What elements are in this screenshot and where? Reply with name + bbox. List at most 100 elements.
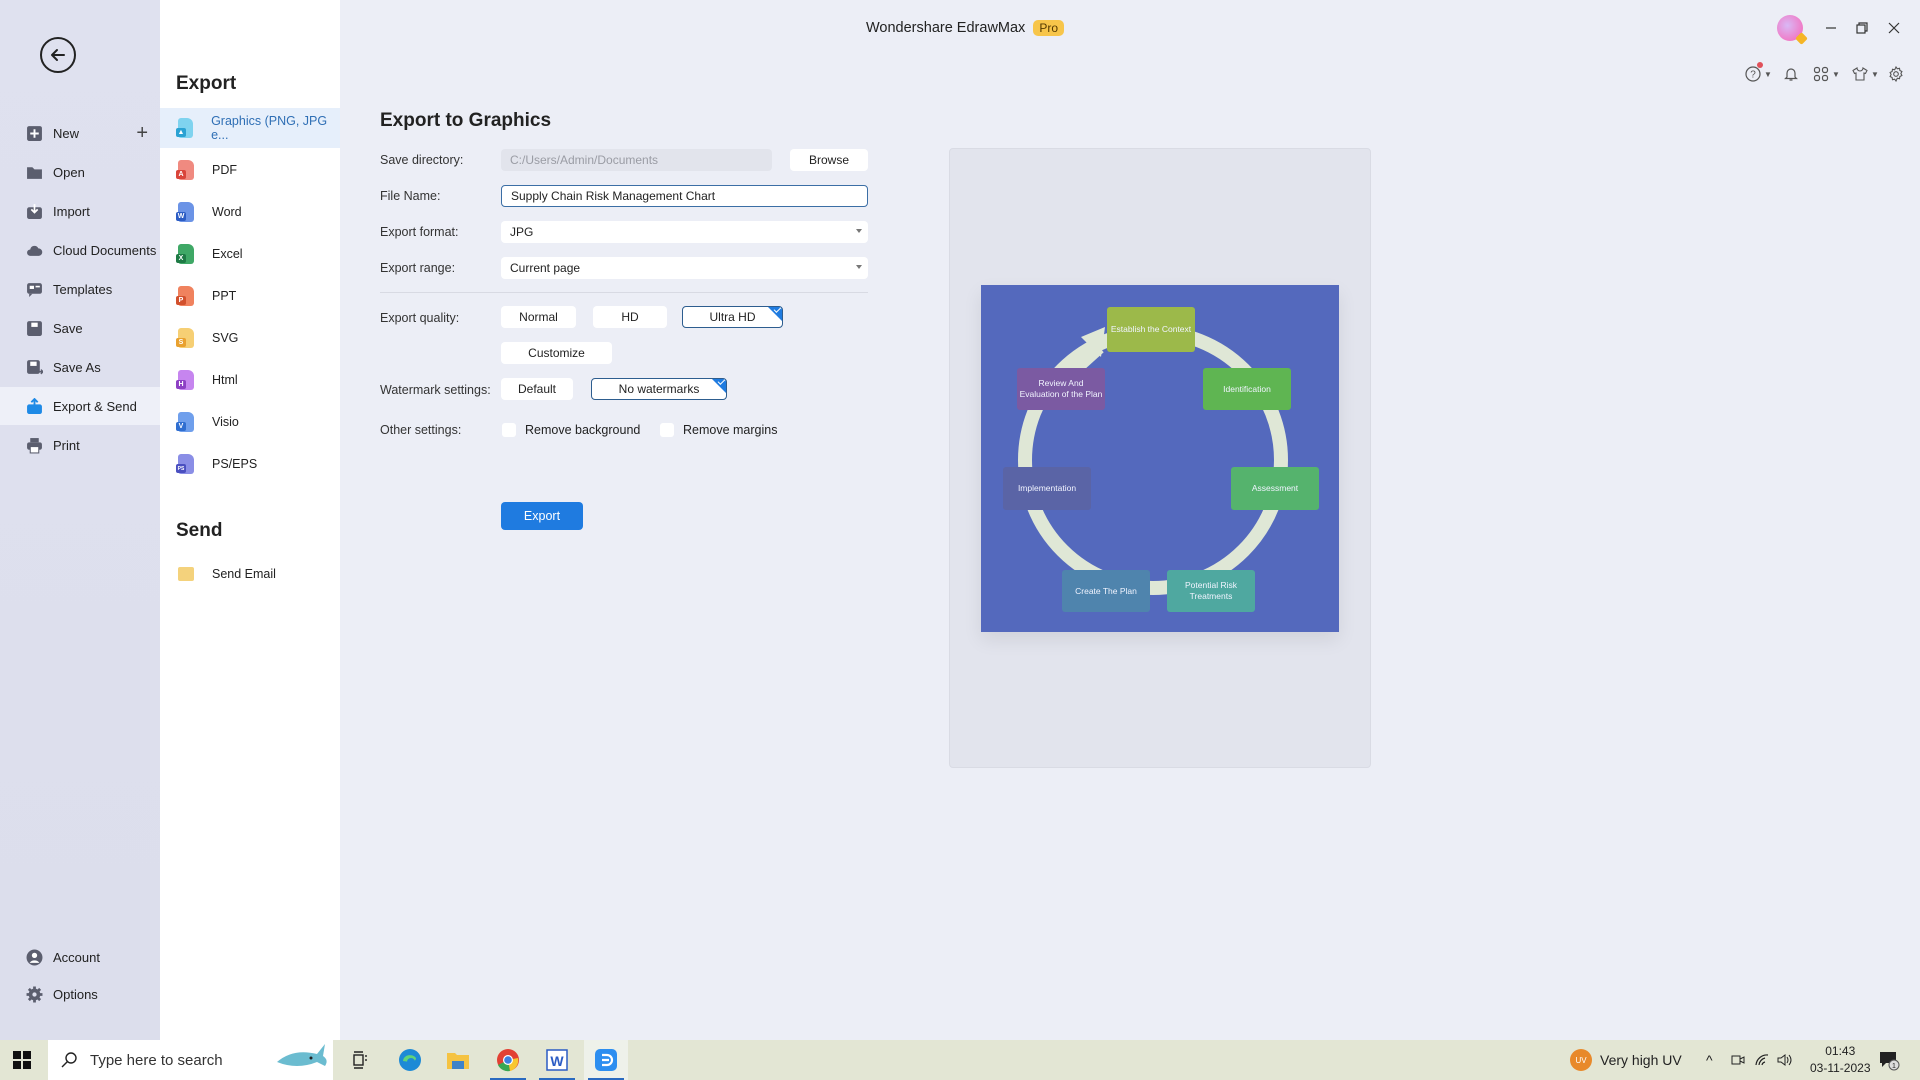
cloud-icon bbox=[26, 242, 43, 259]
svg-text:1: 1 bbox=[1892, 1063, 1896, 1070]
nav-open[interactable]: Open bbox=[0, 153, 160, 191]
wifi-icon bbox=[1755, 1054, 1769, 1066]
nav-print[interactable]: Print bbox=[0, 426, 160, 464]
nav-save-as[interactable]: Save As bbox=[0, 348, 160, 386]
notifications-button[interactable] bbox=[1783, 64, 1799, 84]
remove-margins-label: Remove margins bbox=[683, 423, 778, 437]
apps-button[interactable]: ▼ bbox=[1813, 64, 1840, 84]
step-review-evaluation: Review And Evaluation of the Plan bbox=[1017, 368, 1105, 410]
notification-dot bbox=[1757, 62, 1763, 68]
meet-now-button[interactable] bbox=[1731, 1040, 1745, 1080]
weather-widget[interactable]: UV Very high UV bbox=[1570, 1040, 1682, 1080]
pdf-file-icon: A bbox=[176, 160, 194, 180]
export-visio-label: Visio bbox=[212, 415, 239, 429]
nav-account[interactable]: Account bbox=[0, 938, 160, 976]
nav-print-label: Print bbox=[53, 437, 80, 453]
close-button[interactable] bbox=[1880, 14, 1908, 42]
user-avatar[interactable] bbox=[1777, 15, 1803, 41]
quality-hd-button[interactable]: HD bbox=[593, 306, 667, 328]
chrome-taskbar-app[interactable] bbox=[486, 1040, 530, 1080]
weather-text: Very high UV bbox=[1600, 1052, 1682, 1068]
watermark-none-button[interactable]: No watermarks bbox=[591, 378, 727, 400]
save-directory-field: C:/Users/Admin/Documents bbox=[501, 149, 772, 171]
quality-ultra-hd-label: Ultra HD bbox=[709, 310, 756, 324]
nav-options[interactable]: Options bbox=[0, 975, 160, 1013]
close-icon bbox=[1888, 22, 1900, 34]
export-excel[interactable]: X Excel bbox=[160, 234, 340, 274]
file-explorer-taskbar-app[interactable] bbox=[436, 1040, 480, 1080]
windows-start-button[interactable] bbox=[12, 1050, 32, 1070]
file-name-value: Supply Chain Risk Management Chart bbox=[511, 189, 716, 203]
export-graphics[interactable]: ▲ Graphics (PNG, JPG e... bbox=[160, 108, 340, 148]
export-pdf[interactable]: A PDF bbox=[160, 150, 340, 190]
save-directory-value: C:/Users/Admin/Documents bbox=[510, 153, 659, 167]
volume-button[interactable] bbox=[1776, 1040, 1794, 1080]
quality-ultra-hd-button[interactable]: Ultra HD bbox=[682, 306, 783, 328]
taskbar: Type here to search W UV Very high UV ^ … bbox=[0, 1040, 1920, 1080]
chevron-down-icon bbox=[856, 265, 862, 269]
export-pdf-label: PDF bbox=[212, 163, 237, 177]
network-button[interactable] bbox=[1754, 1040, 1770, 1080]
export-format-select[interactable]: JPG bbox=[501, 221, 868, 243]
nav-open-label: Open bbox=[53, 164, 85, 180]
send-email[interactable]: Send Email bbox=[160, 554, 340, 594]
settings-button[interactable] bbox=[1888, 64, 1904, 84]
step-potential-risk-treatments: Potential Risk Treatments bbox=[1167, 570, 1255, 612]
edge-taskbar-app[interactable] bbox=[388, 1040, 432, 1080]
export-range-select[interactable]: Current page bbox=[501, 257, 868, 279]
taskbar-search-input[interactable]: Type here to search bbox=[48, 1040, 333, 1080]
export-ppt[interactable]: P PPT bbox=[160, 276, 340, 316]
nav-cloud-documents[interactable]: Cloud Documents bbox=[0, 231, 160, 269]
back-button[interactable] bbox=[40, 37, 76, 73]
selected-check-icon bbox=[711, 379, 726, 394]
clock-time: 01:43 bbox=[1825, 1044, 1856, 1058]
minimize-button[interactable] bbox=[1817, 14, 1845, 42]
selected-check-icon bbox=[767, 307, 782, 322]
file-name-input[interactable]: Supply Chain Risk Management Chart bbox=[501, 185, 868, 207]
export-button[interactable]: Export bbox=[501, 502, 583, 530]
export-graphics-label: Graphics (PNG, JPG e... bbox=[211, 114, 328, 142]
clock[interactable]: 01:43 03-11-2023 bbox=[1810, 1043, 1871, 1077]
remove-margins-checkbox[interactable] bbox=[660, 423, 674, 437]
customize-button[interactable]: Customize bbox=[501, 342, 612, 364]
word-taskbar-app[interactable]: W bbox=[535, 1040, 579, 1080]
export-format-list: Export ▲ Graphics (PNG, JPG e... A PDF W… bbox=[160, 0, 340, 1040]
export-excel-label: Excel bbox=[212, 247, 243, 261]
divider bbox=[380, 292, 868, 293]
nav-import[interactable]: Import bbox=[0, 192, 160, 230]
word-icon: W bbox=[546, 1049, 568, 1071]
gear-icon bbox=[1889, 66, 1903, 82]
nav-save-label: Save bbox=[53, 320, 83, 336]
chevron-down-icon: ▼ bbox=[1764, 69, 1772, 79]
nav-export-send[interactable]: Export & Send bbox=[0, 387, 160, 425]
export-section-title: Export bbox=[176, 73, 237, 94]
weather-uv-icon: UV bbox=[1570, 1049, 1592, 1071]
remove-background-checkbox[interactable] bbox=[502, 423, 516, 437]
arrow-left-icon bbox=[51, 49, 65, 61]
notification-center-button[interactable]: 1 bbox=[1878, 1040, 1900, 1080]
nav-new-label: New bbox=[53, 125, 80, 141]
theme-button[interactable]: ▼ bbox=[1852, 64, 1879, 84]
show-hidden-icons-button[interactable]: ^ bbox=[1706, 1040, 1713, 1080]
browse-button[interactable]: Browse bbox=[790, 149, 868, 171]
email-icon bbox=[178, 567, 194, 581]
restore-button[interactable] bbox=[1848, 14, 1876, 42]
nav-save[interactable]: Save bbox=[0, 309, 160, 347]
app-title: Wondershare EdrawMax Pro bbox=[866, 20, 1064, 36]
quality-normal-button[interactable]: Normal bbox=[501, 306, 576, 328]
watermark-default-button[interactable]: Default bbox=[501, 378, 573, 400]
export-html[interactable]: H Html bbox=[160, 360, 340, 400]
export-svg[interactable]: S SVG bbox=[160, 318, 340, 358]
folder-icon bbox=[447, 1053, 469, 1069]
export-ps-eps[interactable]: PS PS/EPS bbox=[160, 444, 340, 484]
edrawmax-taskbar-app[interactable] bbox=[584, 1040, 628, 1080]
new-plus-icon[interactable]: + bbox=[136, 122, 148, 145]
folder-icon bbox=[26, 164, 43, 181]
task-view-button[interactable] bbox=[338, 1040, 382, 1080]
nav-templates[interactable]: Templates bbox=[0, 270, 160, 308]
export-visio[interactable]: V Visio bbox=[160, 402, 340, 442]
export-word[interactable]: W Word bbox=[160, 192, 340, 232]
save-directory-label: Save directory: bbox=[380, 153, 464, 167]
help-button[interactable]: ? ▼ bbox=[1745, 62, 1772, 84]
nav-new[interactable]: New + bbox=[0, 114, 160, 152]
